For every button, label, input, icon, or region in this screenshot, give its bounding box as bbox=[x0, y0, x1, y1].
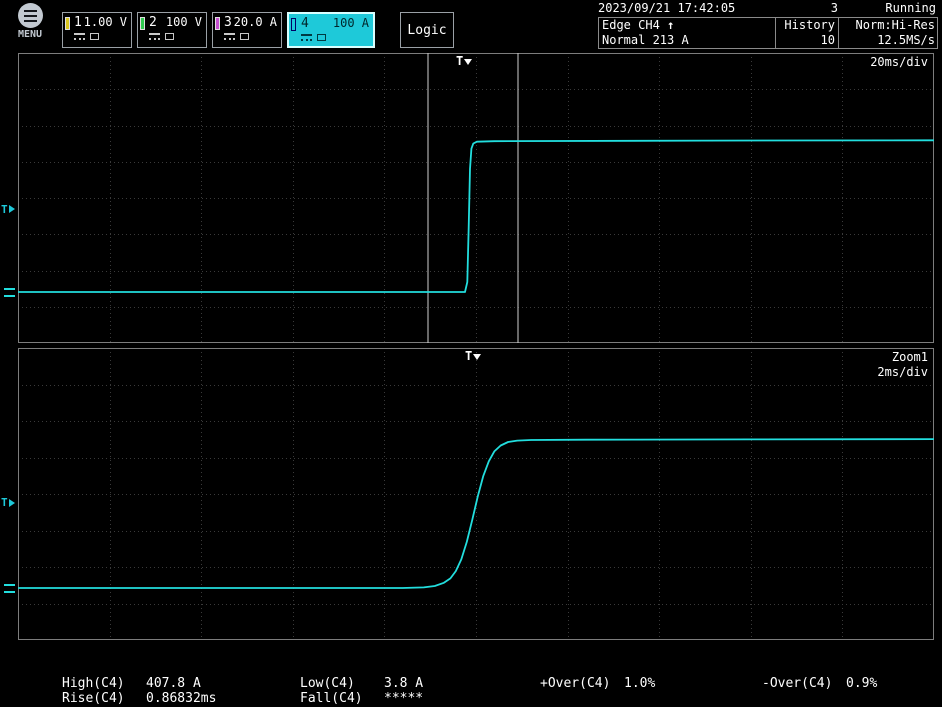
dc-coupling-icon bbox=[301, 34, 312, 41]
measurement-value: 0.9% bbox=[846, 676, 877, 691]
channel-number: 2 bbox=[149, 16, 157, 30]
measurement-label: +Over(C4) bbox=[540, 676, 624, 691]
trigger-down-arrow-icon bbox=[473, 354, 481, 360]
trigger-settings-box[interactable]: Edge CH4 ↑ Normal 213 A bbox=[598, 17, 776, 49]
channel-number: 3 bbox=[224, 16, 232, 30]
measurement-value: 3.8 A bbox=[384, 676, 423, 691]
main-waveform-plot[interactable] bbox=[18, 53, 934, 343]
menu-button[interactable]: MENU bbox=[10, 3, 50, 40]
channel-scale-value: 100 A bbox=[333, 16, 369, 30]
logic-button[interactable]: Logic bbox=[400, 12, 454, 48]
zoom-ch4-ground-marker[interactable] bbox=[4, 584, 15, 593]
main-waveform-area: 20ms/div T T bbox=[18, 53, 934, 343]
acquisition-count: 3 bbox=[776, 1, 838, 16]
zoom-window-label: Zoom1 bbox=[892, 350, 928, 364]
channel-color-bar bbox=[140, 17, 145, 30]
logic-label: Logic bbox=[407, 23, 446, 38]
channel-number: 4 bbox=[301, 17, 309, 31]
datetime: 2023/09/21 17:42:05 bbox=[598, 1, 776, 16]
zoom-trigger-position-label: T bbox=[465, 349, 472, 363]
zoom-trigger-level-marker[interactable]: T bbox=[1, 496, 15, 509]
measurement-neg-overshoot: -Over(C4) 0.9% bbox=[762, 676, 877, 691]
trigger-position-marker[interactable]: T bbox=[456, 54, 472, 68]
zoom-trigger-position-marker[interactable]: T bbox=[465, 349, 481, 363]
zoom-timebase-label: 2ms/div bbox=[877, 365, 928, 379]
zoom-trigger-level-label: T bbox=[1, 496, 8, 509]
channel-box[interactable]: 1 1.00 V bbox=[62, 12, 132, 48]
menu-label: MENU bbox=[10, 29, 50, 40]
measurement-label: Fall(C4) bbox=[300, 691, 384, 706]
trigger-mode: Normal 213 A bbox=[602, 33, 775, 48]
oscilloscope-screen: MENU 1 1.00 V 2 100 V 3 20.0 A bbox=[0, 0, 942, 707]
top-bar: MENU 1 1.00 V 2 100 V 3 20.0 A bbox=[0, 0, 942, 50]
rising-edge-icon: ↑ bbox=[667, 18, 674, 32]
measurement-label: Rise(C4) bbox=[62, 691, 146, 706]
status-top-row: 2023/09/21 17:42:05 3 Running bbox=[598, 1, 938, 16]
measurement-fall: Fall(C4) ***** bbox=[300, 691, 423, 706]
dc-coupling-icon bbox=[74, 33, 85, 40]
channel-scale-value: 100 V bbox=[166, 15, 202, 29]
history-box[interactable]: History 10 bbox=[775, 17, 839, 49]
measurement-label: Low(C4) bbox=[300, 676, 384, 691]
measurement-value: 407.8 A bbox=[146, 676, 201, 691]
zoom-waveform-area: Zoom1 2ms/div T T bbox=[18, 348, 934, 640]
measurement-rise: Rise(C4) 0.86832ms bbox=[62, 691, 216, 706]
trigger-level-label: T bbox=[1, 203, 8, 216]
channel-scale-value: 20.0 A bbox=[234, 15, 277, 29]
history-value: 10 bbox=[776, 33, 835, 48]
probe-icon bbox=[165, 33, 174, 40]
ch4-ground-marker[interactable] bbox=[4, 288, 15, 297]
history-label: History bbox=[776, 18, 835, 33]
channel-color-bar bbox=[65, 17, 70, 30]
measurement-value: ***** bbox=[384, 691, 423, 706]
hamburger-menu-icon bbox=[18, 3, 43, 28]
channel-box[interactable]: 2 100 V bbox=[137, 12, 207, 48]
status-boxes: Edge CH4 ↑ Normal 213 A History 10 Norm:… bbox=[598, 17, 938, 49]
zoom-waveform-plot[interactable] bbox=[18, 348, 934, 640]
probe-icon bbox=[90, 33, 99, 40]
measurement-value: 0.86832ms bbox=[146, 691, 216, 706]
probe-icon bbox=[317, 34, 326, 41]
dc-coupling-icon bbox=[149, 33, 160, 40]
trigger-right-arrow-icon bbox=[9, 499, 15, 507]
channel-number: 1 bbox=[74, 16, 82, 30]
channel-list: 1 1.00 V 2 100 V 3 20.0 A bbox=[62, 12, 375, 48]
measurement-pos-overshoot: +Over(C4) 1.0% bbox=[540, 676, 655, 691]
trigger-level-marker[interactable]: T bbox=[1, 203, 15, 216]
channel-color-bar bbox=[291, 18, 296, 31]
channel-coupling-icons bbox=[74, 33, 127, 40]
probe-icon bbox=[240, 33, 249, 40]
measurement-low: Low(C4) 3.8 A bbox=[300, 676, 423, 691]
acquisition-settings-box[interactable]: Norm:Hi-Res 12.5MS/s bbox=[838, 17, 938, 49]
trigger-down-arrow-icon bbox=[464, 59, 472, 65]
measurement-label: -Over(C4) bbox=[762, 676, 846, 691]
dc-coupling-icon bbox=[224, 33, 235, 40]
run-status: Running bbox=[838, 1, 938, 16]
record-mode: Norm:Hi-Res bbox=[839, 18, 935, 33]
status-panel: 2023/09/21 17:42:05 3 Running Edge CH4 ↑… bbox=[598, 1, 938, 49]
measurement-high: High(C4) 407.8 A bbox=[62, 676, 201, 691]
channel-box[interactable]: 4 100 A bbox=[287, 12, 375, 48]
channel-scale-value: 1.00 V bbox=[84, 15, 127, 29]
channel-coupling-icons bbox=[224, 33, 277, 40]
trigger-right-arrow-icon bbox=[9, 205, 15, 213]
channel-color-bar bbox=[215, 17, 220, 30]
main-timebase-label: 20ms/div bbox=[870, 55, 928, 69]
trigger-type: Edge CH4 bbox=[602, 18, 660, 32]
channel-coupling-icons bbox=[301, 34, 369, 41]
trigger-position-label: T bbox=[456, 54, 463, 68]
sample-rate: 12.5MS/s bbox=[839, 33, 935, 48]
channel-coupling-icons bbox=[149, 33, 202, 40]
measurement-label: High(C4) bbox=[62, 676, 146, 691]
measurement-value: 1.0% bbox=[624, 676, 655, 691]
channel-box[interactable]: 3 20.0 A bbox=[212, 12, 282, 48]
